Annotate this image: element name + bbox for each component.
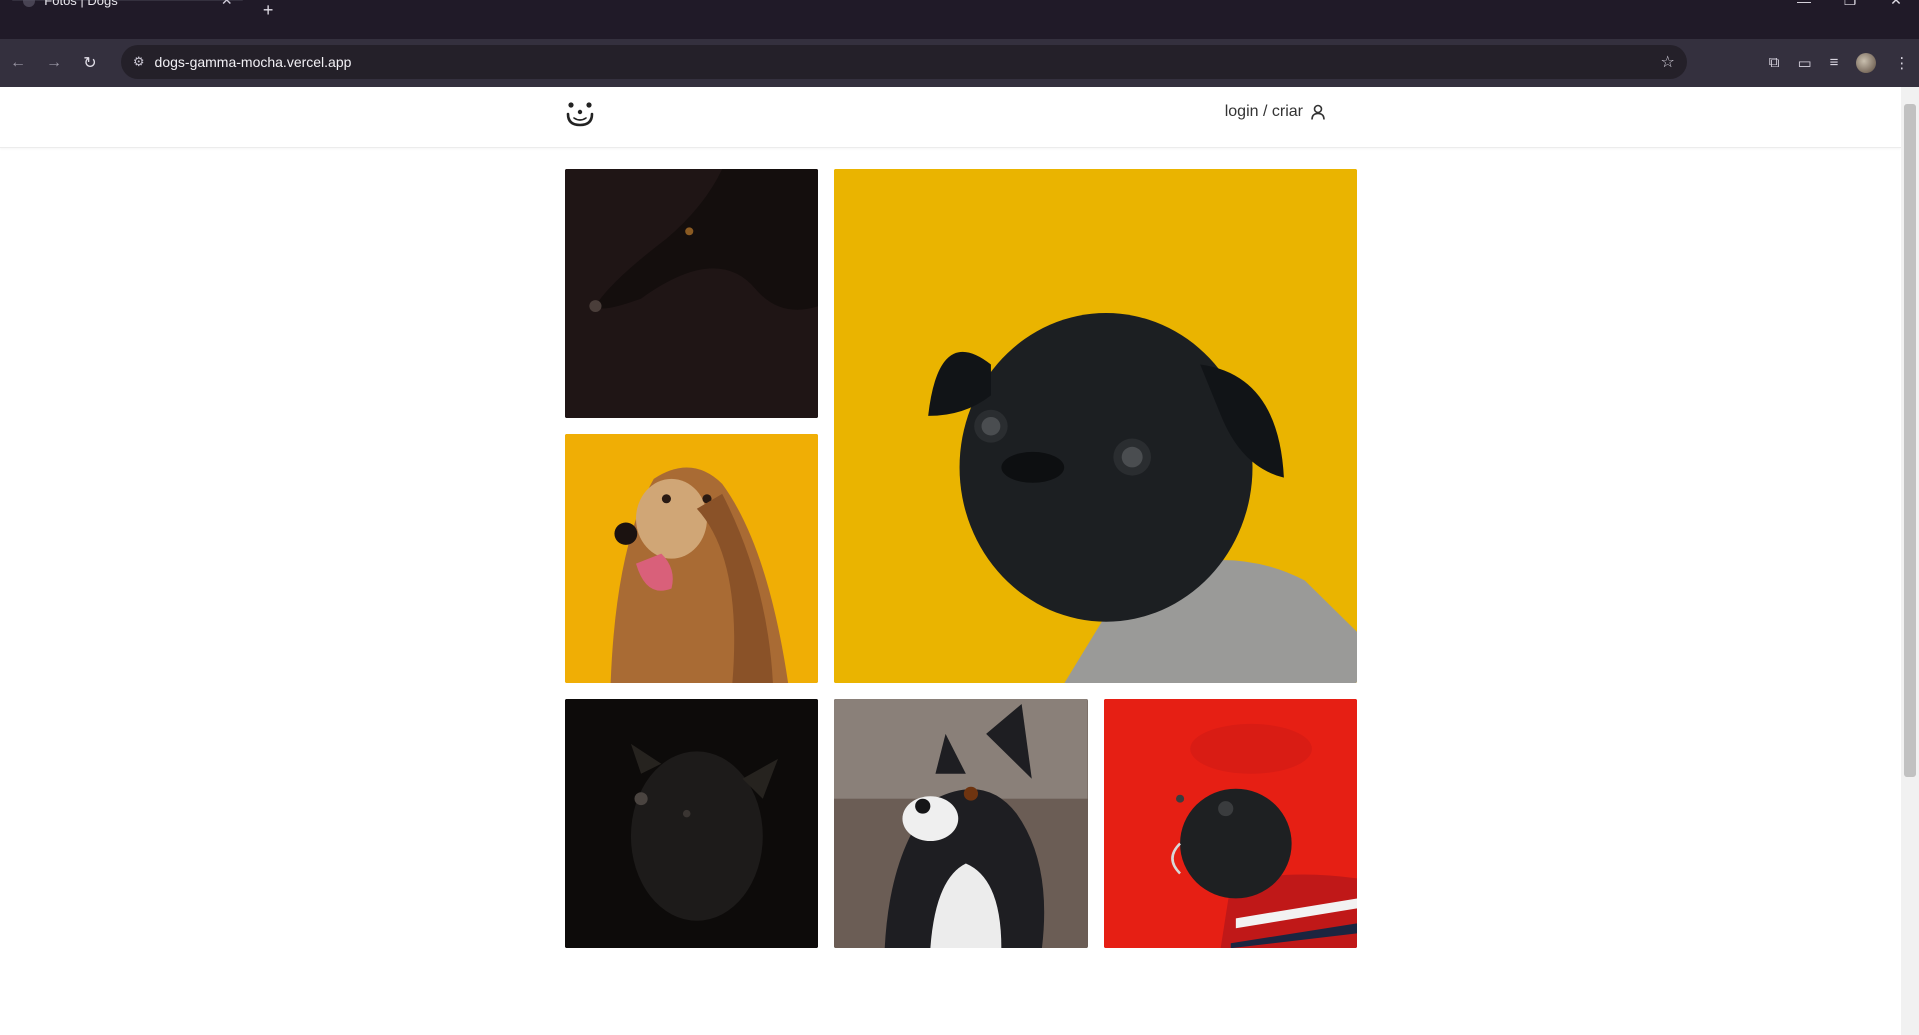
profile-avatar[interactable] <box>1856 52 1877 73</box>
user-icon <box>1311 105 1325 120</box>
forward-icon[interactable]: → <box>36 54 72 72</box>
photo-item[interactable] <box>564 168 819 418</box>
dog-photo <box>564 433 819 684</box>
new-tab-icon[interactable]: + <box>263 0 274 21</box>
photo-feed <box>564 168 1358 949</box>
dog-photo <box>834 699 1088 949</box>
browser-toolbar: ← → ↻ ⚙ dogs-gamma-mocha.vercel.app ☆ ⧉ … <box>0 39 1919 87</box>
address-bar[interactable]: ⚙ dogs-gamma-mocha.vercel.app ☆ <box>120 45 1687 80</box>
minimize-icon[interactable]: — <box>1781 0 1827 9</box>
site-info-icon[interactable]: ⚙ <box>133 54 145 70</box>
login-link[interactable]: login / criar <box>1225 103 1325 121</box>
site-header: login / criar <box>0 87 1901 148</box>
photo-item[interactable] <box>564 699 819 949</box>
dog-photo <box>1103 699 1358 949</box>
page-content: login / criar <box>0 86 1901 1035</box>
media-icon[interactable]: ≡ <box>1830 54 1839 71</box>
star-icon[interactable]: ☆ <box>1660 52 1674 72</box>
reload-icon[interactable]: ↻ <box>72 53 108 73</box>
dog-photo <box>564 168 819 418</box>
browser-tab[interactable]: Fotos | Dogs ✕ <box>12 0 243 8</box>
photo-item[interactable] <box>834 168 1358 684</box>
dog-photo <box>834 168 1358 684</box>
close-tab-icon[interactable]: ✕ <box>221 0 233 9</box>
dog-photo <box>564 699 819 949</box>
photo-item[interactable] <box>564 433 819 684</box>
extensions-icon[interactable]: ⧉ <box>1769 54 1780 71</box>
tab-title: Fotos | Dogs <box>44 0 118 9</box>
window-controls: — ❐ ✕ <box>1781 0 1919 9</box>
photo-item[interactable] <box>834 699 1088 949</box>
photo-item[interactable] <box>1103 699 1358 949</box>
menu-icon[interactable]: ⋮ <box>1894 54 1909 72</box>
scrollbar-thumb[interactable] <box>1903 103 1916 777</box>
page-scrollbar[interactable] <box>1900 86 1919 1035</box>
cast-icon[interactable]: ▭ <box>1797 54 1811 72</box>
close-window-icon[interactable]: ✕ <box>1873 0 1919 8</box>
url-text[interactable]: dogs-gamma-mocha.vercel.app <box>155 54 1661 70</box>
toolbar-right: ⧉ ▭ ≡ ⋮ <box>1769 39 1909 87</box>
favicon-icon <box>23 0 36 7</box>
dog-face-icon[interactable] <box>565 99 595 129</box>
login-label[interactable]: login / criar <box>1225 103 1303 121</box>
back-icon[interactable]: ← <box>0 54 36 72</box>
browser-tab-bar: Fotos | Dogs ✕ + — ❐ ✕ <box>0 0 1919 40</box>
restore-icon[interactable]: ❐ <box>1827 0 1873 8</box>
